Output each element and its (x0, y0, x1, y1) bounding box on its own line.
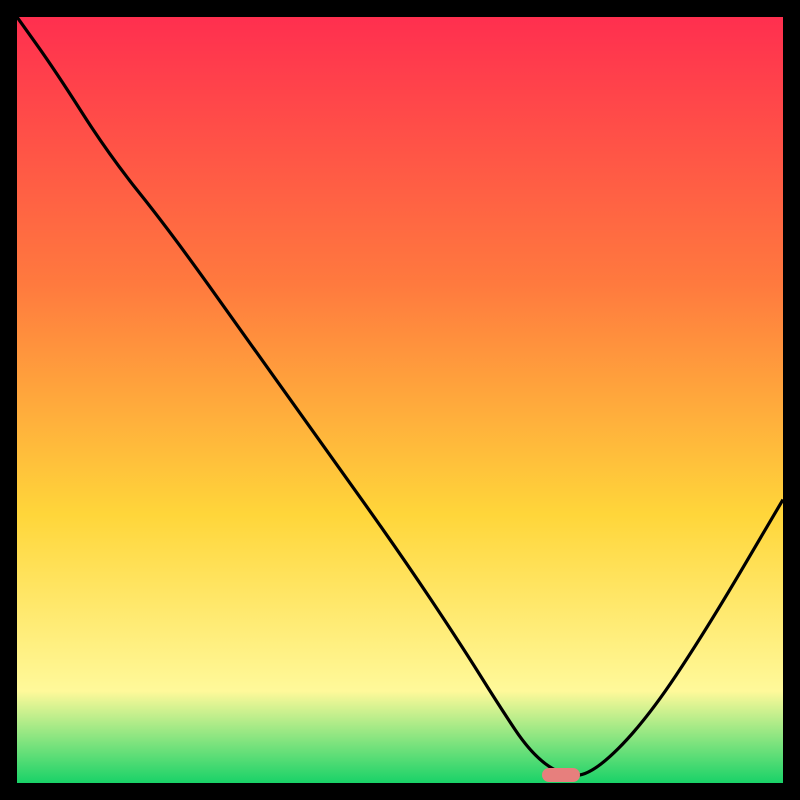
gradient-background (17, 17, 783, 783)
bottleneck-plot (17, 17, 783, 783)
optimal-point-marker (542, 768, 580, 782)
chart-frame: TheBottleneck.com (17, 17, 783, 783)
